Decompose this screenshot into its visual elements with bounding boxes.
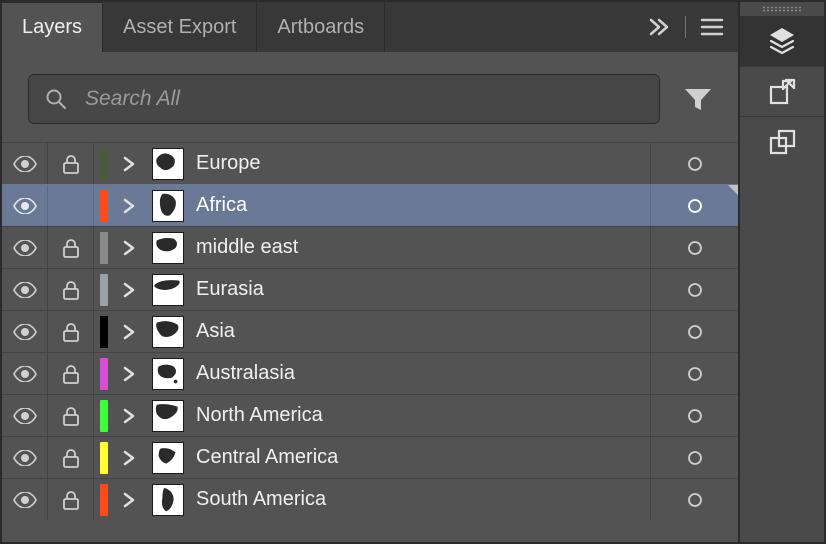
lock-toggle[interactable] (48, 353, 94, 394)
layer-row[interactable]: middle east (2, 226, 738, 268)
layer-color-chip[interactable] (100, 232, 108, 264)
layer-color-chip[interactable] (100, 484, 108, 516)
dock-asset-export-icon[interactable] (740, 66, 824, 116)
layer-name[interactable]: South America (196, 488, 650, 511)
dock-artboards-icon[interactable] (740, 116, 824, 166)
visibility-toggle[interactable] (2, 311, 48, 352)
filter-button[interactable] (678, 79, 718, 119)
dock-layers-icon[interactable] (740, 16, 824, 66)
disclosure-chevron-icon[interactable] (114, 324, 144, 340)
layer-color-chip[interactable] (100, 148, 108, 180)
tabbar-actions (635, 2, 738, 52)
layer-name[interactable]: Asia (196, 320, 650, 343)
layer-name[interactable]: Central America (196, 446, 650, 469)
layer-color-chip[interactable] (100, 400, 108, 432)
layers-panel: Layers Asset Export Artboards (2, 2, 740, 542)
visibility-toggle[interactable] (2, 353, 48, 394)
tab-label: Asset Export (123, 16, 236, 39)
layer-thumbnail[interactable] (152, 274, 184, 306)
layer-thumbnail[interactable] (152, 148, 184, 180)
lock-toggle[interactable] (48, 227, 94, 268)
layer-name[interactable]: Africa (196, 194, 650, 217)
layer-thumbnail[interactable] (152, 316, 184, 348)
layer-target-circle[interactable] (650, 395, 738, 436)
expand-panels-icon[interactable] (649, 18, 671, 36)
layer-thumbnail[interactable] (152, 232, 184, 264)
layer-color-chip[interactable] (100, 358, 108, 390)
disclosure-chevron-icon[interactable] (114, 240, 144, 256)
tab-asset-export[interactable]: Asset Export (103, 2, 257, 52)
layer-target-circle[interactable] (650, 143, 738, 184)
lock-toggle[interactable] (48, 185, 94, 226)
layer-target-circle[interactable] (650, 479, 738, 520)
search-row (2, 52, 738, 142)
visibility-toggle[interactable] (2, 143, 48, 184)
panel-menu-icon[interactable] (700, 18, 724, 36)
layer-row[interactable]: Asia (2, 310, 738, 352)
visibility-toggle[interactable] (2, 269, 48, 310)
layer-row[interactable]: North America (2, 394, 738, 436)
layer-name[interactable]: North America (196, 404, 650, 427)
search-box[interactable] (28, 74, 660, 124)
layer-color-chip[interactable] (100, 316, 108, 348)
lock-toggle[interactable] (48, 395, 94, 436)
layer-target-circle[interactable] (650, 353, 738, 394)
panel-dock (740, 2, 824, 542)
layer-thumbnail[interactable] (152, 400, 184, 432)
layer-color-chip[interactable] (100, 442, 108, 474)
layer-name[interactable]: middle east (196, 236, 650, 259)
disclosure-chevron-icon[interactable] (114, 366, 144, 382)
layer-thumbnail[interactable] (152, 358, 184, 390)
layer-row[interactable]: Europe (2, 142, 738, 184)
disclosure-chevron-icon[interactable] (114, 282, 144, 298)
layer-target-circle[interactable] (650, 185, 738, 226)
visibility-toggle[interactable] (2, 395, 48, 436)
disclosure-chevron-icon[interactable] (114, 198, 144, 214)
lock-toggle[interactable] (48, 269, 94, 310)
layer-target-circle[interactable] (650, 437, 738, 478)
app-container: Layers Asset Export Artboards (2, 2, 824, 542)
layer-thumbnail[interactable] (152, 484, 184, 516)
disclosure-chevron-icon[interactable] (114, 156, 144, 172)
visibility-toggle[interactable] (2, 437, 48, 478)
disclosure-chevron-icon[interactable] (114, 450, 144, 466)
lock-toggle[interactable] (48, 143, 94, 184)
visibility-toggle[interactable] (2, 227, 48, 268)
layer-name[interactable]: Europe (196, 152, 650, 175)
disclosure-chevron-icon[interactable] (114, 492, 144, 508)
layer-target-circle[interactable] (650, 311, 738, 352)
lock-toggle[interactable] (48, 437, 94, 478)
layer-row[interactable]: Australasia (2, 352, 738, 394)
layer-row[interactable]: South America (2, 478, 738, 520)
layer-thumbnail[interactable] (152, 190, 184, 222)
search-input[interactable] (83, 86, 643, 112)
layer-name[interactable]: Eurasia (196, 278, 650, 301)
search-icon (45, 88, 67, 110)
disclosure-chevron-icon[interactable] (114, 408, 144, 424)
layer-row[interactable]: Eurasia (2, 268, 738, 310)
layer-color-chip[interactable] (100, 274, 108, 306)
panel-tabbar: Layers Asset Export Artboards (2, 2, 738, 52)
layer-color-chip[interactable] (100, 190, 108, 222)
layers-list: Europe Africa middle east (2, 142, 738, 542)
visibility-toggle[interactable] (2, 479, 48, 520)
layer-target-circle[interactable] (650, 269, 738, 310)
lock-toggle[interactable] (48, 311, 94, 352)
tabbar-fill (385, 2, 635, 52)
layer-row[interactable]: Africa (2, 184, 738, 226)
lock-toggle[interactable] (48, 479, 94, 520)
separator (685, 16, 686, 38)
visibility-toggle[interactable] (2, 185, 48, 226)
tab-artboards[interactable]: Artboards (257, 2, 385, 52)
layer-target-circle[interactable] (650, 227, 738, 268)
tab-label: Artboards (277, 16, 364, 39)
tab-layers[interactable]: Layers (2, 2, 103, 52)
layer-name[interactable]: Australasia (196, 362, 650, 385)
layer-row[interactable]: Central America (2, 436, 738, 478)
layer-thumbnail[interactable] (152, 442, 184, 474)
tab-label: Layers (22, 16, 82, 39)
panel-grip[interactable] (740, 2, 824, 16)
